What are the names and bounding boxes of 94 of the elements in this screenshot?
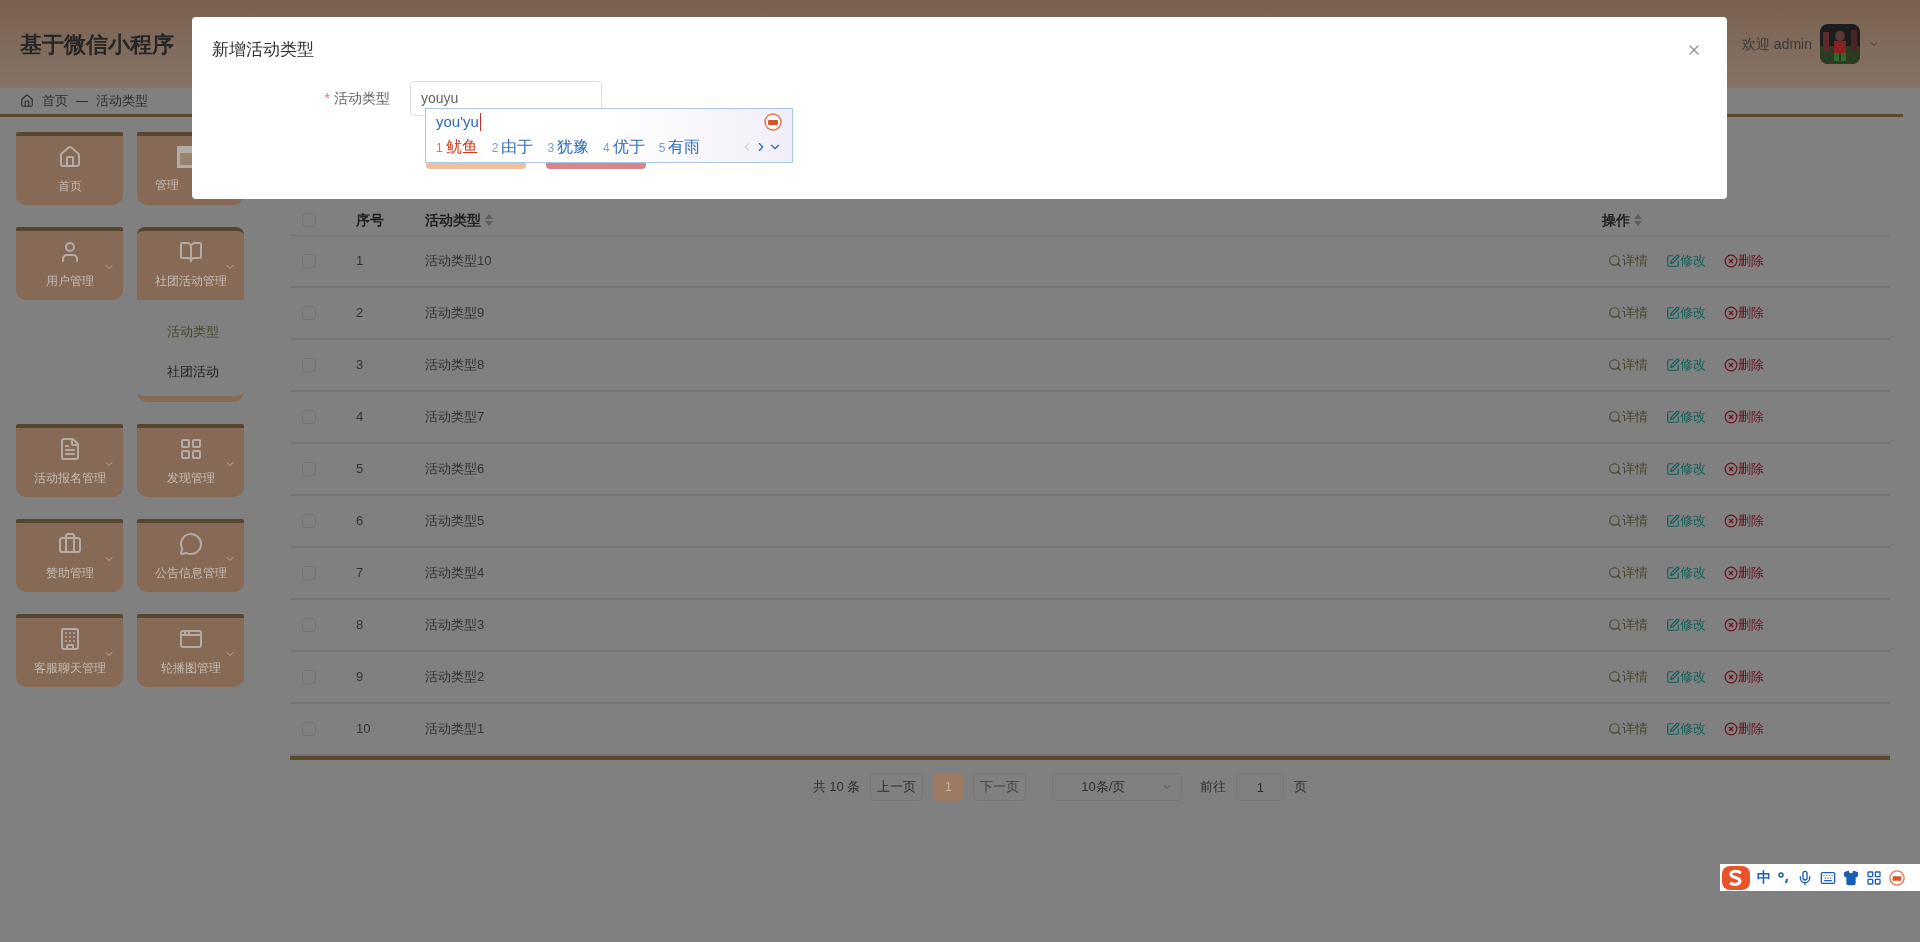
row-action-link[interactable]: 删除: [1724, 303, 1764, 323]
row-action-link[interactable]: 详情: [1608, 615, 1648, 635]
breadcrumb-item[interactable]: 首页: [42, 91, 68, 111]
total-count: 共 10 条: [812, 778, 861, 797]
column-header[interactable]: 操作: [1602, 209, 1630, 231]
row-action-link[interactable]: 修改: [1666, 303, 1706, 323]
breadcrumb-item: 活动类型: [96, 92, 148, 111]
submenu-item[interactable]: 活动类型: [137, 312, 244, 352]
ime-candidate[interactable]: 1 鱿鱼: [436, 134, 478, 159]
row-action-link[interactable]: 删除: [1724, 615, 1764, 635]
row-action-link[interactable]: 详情: [1608, 303, 1648, 323]
type-cell-text: 活动类型3: [425, 616, 485, 635]
type-cell-text: 活动类型10: [425, 252, 492, 271]
row-action-link[interactable]: 修改: [1666, 459, 1706, 479]
type-cell-text: 活动类型4: [425, 564, 485, 583]
menu-label: 管理: [154, 177, 179, 192]
goto-page-field[interactable]: 1: [1236, 773, 1285, 801]
menu-label: 社团活动管理: [154, 273, 227, 288]
row-action-link[interactable]: 修改: [1666, 719, 1706, 739]
row-action-link[interactable]: 删除: [1724, 407, 1764, 427]
menu-label: 首页: [57, 178, 82, 193]
row-action-link[interactable]: 详情: [1608, 667, 1648, 687]
type-cell-text: 活动类型1: [425, 720, 485, 739]
page-size-select[interactable]: 10条/页: [1052, 773, 1183, 801]
row-action-link[interactable]: 删除: [1724, 459, 1764, 479]
dialog-title: 新增活动类型: [212, 39, 314, 61]
row-action-link[interactable]: 详情: [1608, 719, 1648, 739]
menu-tile[interactable]: 活动报名管理: [16, 424, 123, 497]
app-title: 基于微信小程序: [20, 30, 174, 59]
row-action-link[interactable]: 修改: [1666, 355, 1706, 375]
row-action-link[interactable]: 删除: [1724, 355, 1764, 375]
menu-label: 轮播图管理: [160, 660, 221, 675]
index-cell-text: 8: [356, 616, 364, 635]
column-header[interactable]: 活动类型: [425, 209, 481, 231]
menu-label: 用户管理: [45, 273, 94, 288]
row-action-link[interactable]: 修改: [1666, 251, 1706, 271]
row-action-link[interactable]: 删除: [1724, 251, 1764, 271]
index-cell-text: 10: [356, 720, 371, 739]
index-cell-text: 3: [356, 356, 364, 375]
type-cell-text: 活动类型8: [425, 356, 485, 375]
row-action-link[interactable]: 详情: [1608, 355, 1648, 375]
ime-candidate[interactable]: 4 优于: [603, 134, 645, 159]
menu-tile[interactable]: 发现管理: [137, 424, 244, 497]
index-cell-text: 1: [356, 252, 364, 271]
menu-label: 发现管理: [166, 470, 215, 485]
type-cell-text: 活动类型5: [425, 512, 485, 531]
row-action-link[interactable]: 详情: [1608, 251, 1648, 271]
row-action-link[interactable]: 详情: [1608, 407, 1648, 427]
ime-composition: you'yu: [436, 112, 481, 131]
submenu-item[interactable]: 社团活动: [137, 352, 244, 392]
index-cell-text: 6: [356, 512, 364, 531]
column-header[interactable]: 序号: [356, 209, 384, 231]
welcome-text: 欢迎 admin: [1741, 34, 1812, 54]
menu-tile[interactable]: 公告信息管理: [137, 519, 244, 592]
type-cell-text: 活动类型2: [425, 668, 485, 687]
row-action-link[interactable]: 修改: [1666, 407, 1706, 427]
menu-tile[interactable]: 赞助管理: [16, 519, 123, 592]
ime-candidate[interactable]: 2 由于: [491, 134, 534, 159]
row-action-link[interactable]: 删除: [1724, 667, 1764, 687]
page-number[interactable]: 1: [933, 773, 964, 801]
type-cell-text: 活动类型9: [425, 304, 485, 323]
type-cell-text: 活动类型7: [425, 408, 485, 427]
input-mode-toggle[interactable]: 中: [1757, 867, 1771, 888]
menu-label: 客服聊天管理: [33, 660, 106, 675]
row-action-link[interactable]: 修改: [1666, 511, 1706, 531]
index-cell-text: 2: [356, 304, 364, 323]
row-action-link[interactable]: 修改: [1666, 563, 1706, 583]
index-cell-text: 7: [356, 564, 364, 583]
menu-tile[interactable]: 客服聊天管理: [16, 614, 123, 687]
required-mark: *: [324, 88, 330, 108]
row-action-link[interactable]: 详情: [1608, 511, 1648, 531]
type-cell-text: 活动类型6: [425, 460, 485, 479]
menu-label: 公告信息管理: [154, 565, 227, 580]
goto-label: 前往: [1200, 778, 1227, 797]
index-cell-text: 5: [356, 460, 364, 479]
menu-tile[interactable]: 轮播图管理: [137, 614, 244, 687]
row-action-link[interactable]: 删除: [1724, 719, 1764, 739]
index-cell-text: 9: [356, 668, 364, 687]
menu-label: 活动报名管理: [33, 470, 106, 485]
menu-tile[interactable]: 首页: [16, 132, 123, 205]
row-action-link[interactable]: 删除: [1724, 563, 1764, 583]
row-action-link[interactable]: 修改: [1666, 615, 1706, 635]
goto-suffix: 页: [1294, 778, 1308, 797]
row-action-link[interactable]: 修改: [1666, 667, 1706, 687]
field-label: 活动类型: [334, 88, 390, 108]
row-action-link[interactable]: 详情: [1608, 563, 1648, 583]
menu-tile[interactable]: 社团活动管理: [137, 227, 244, 300]
menu-tile[interactable]: 用户管理: [16, 227, 123, 300]
index-cell-text: 4: [356, 408, 364, 427]
row-action-link[interactable]: 详情: [1608, 459, 1648, 479]
ime-candidate[interactable]: 5 有雨: [658, 134, 701, 159]
ime-candidate[interactable]: 3 犹豫: [547, 134, 590, 159]
menu-label: 赞助管理: [45, 565, 94, 580]
row-action-link[interactable]: 删除: [1724, 511, 1764, 531]
